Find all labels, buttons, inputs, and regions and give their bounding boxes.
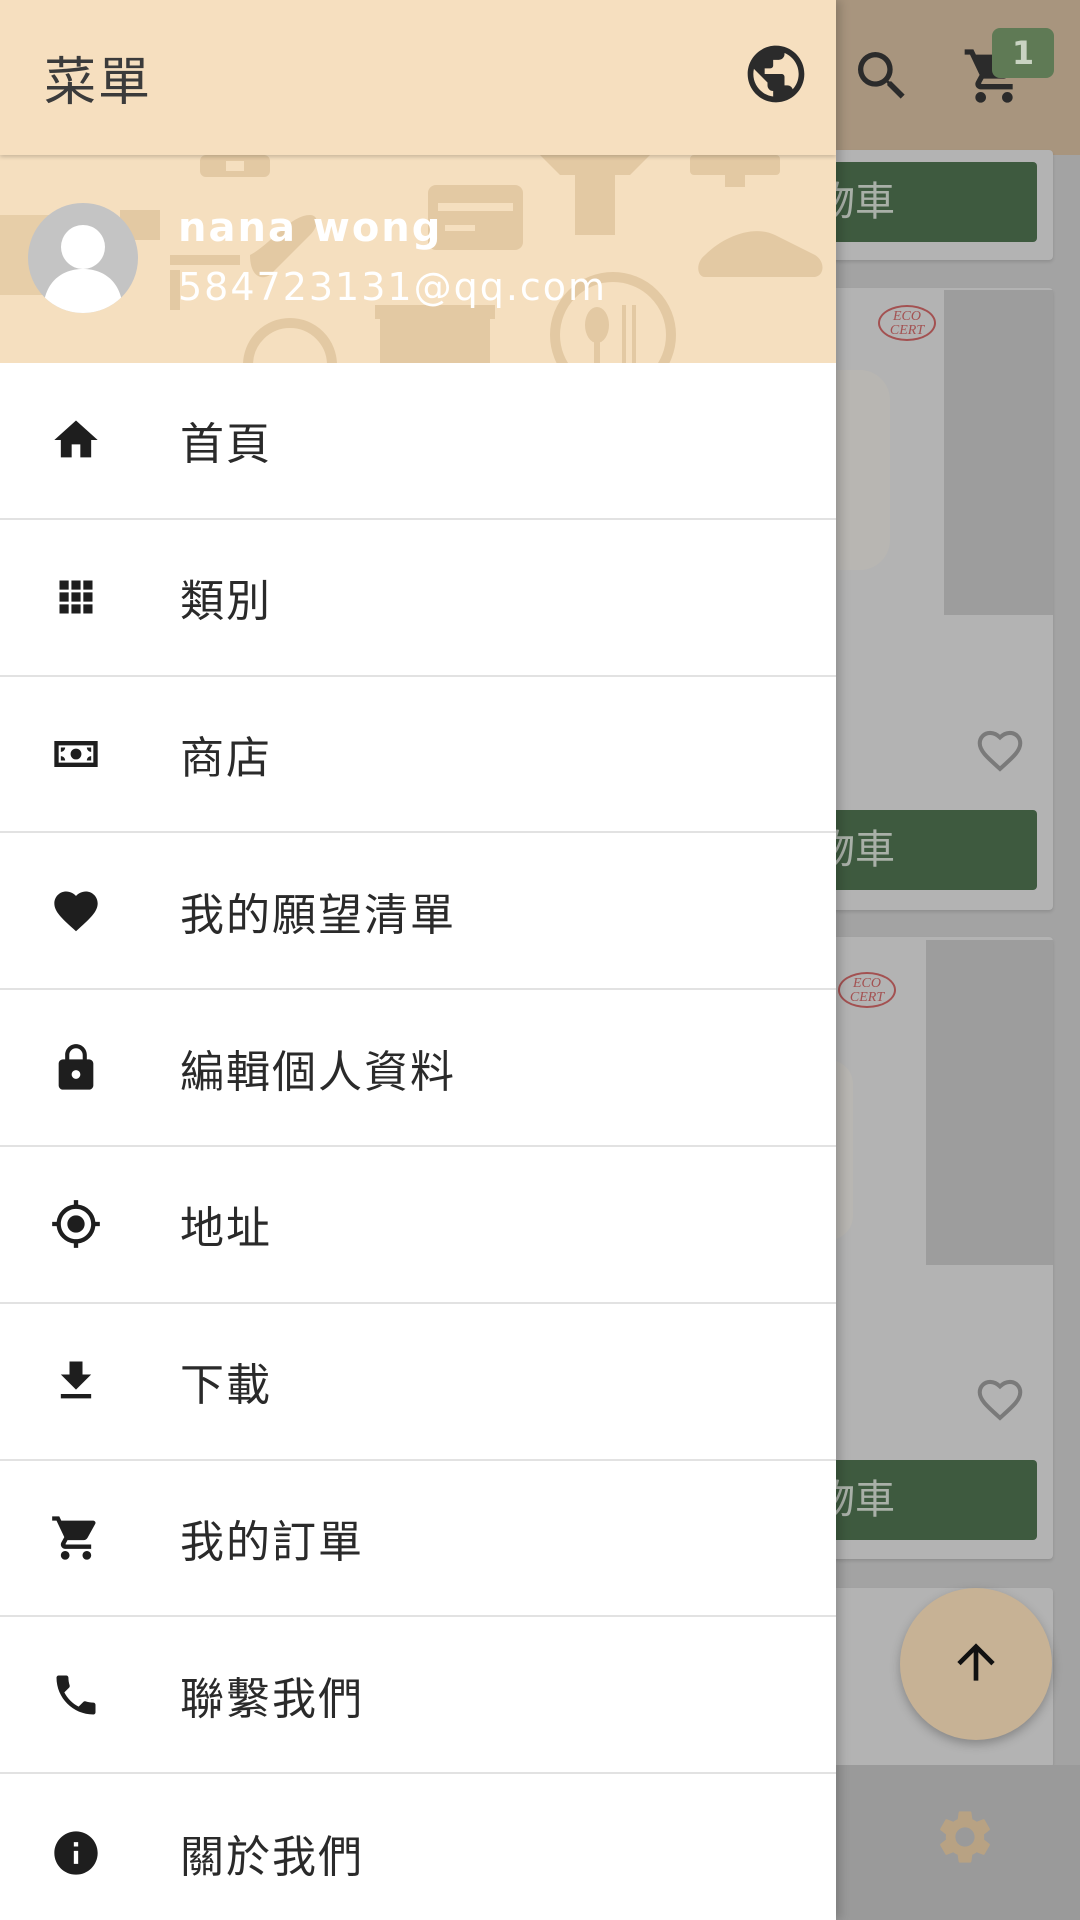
location-target-icon	[50, 1198, 102, 1250]
menu-item-label: 地址	[180, 1203, 272, 1255]
profile-header[interactable]: nana wong 584723131@qq.com	[0, 155, 836, 363]
menu-item-label: 商店	[180, 732, 272, 784]
menu-item-label: 我的願望清單	[180, 889, 456, 941]
grid-icon	[50, 571, 102, 623]
menu-item-edit-profile[interactable]: 編輯個人資料	[0, 990, 836, 1147]
menu-item-address[interactable]: 地址	[0, 1147, 836, 1304]
drawer-title: 菜單	[44, 53, 153, 113]
heart-icon	[50, 885, 102, 937]
menu-item-download[interactable]: 下載	[0, 1304, 836, 1461]
menu-item-my-orders[interactable]: 我的訂單	[0, 1461, 836, 1618]
menu-item-label: 類別	[180, 576, 272, 628]
menu-item-about-us[interactable]: 關於我們	[0, 1774, 836, 1920]
search-icon[interactable]	[850, 44, 914, 108]
arrow-up-icon	[948, 1634, 1004, 1694]
lock-icon	[50, 1042, 102, 1094]
drawer-header: 菜單	[0, 0, 836, 155]
globe-icon[interactable]	[742, 40, 810, 108]
home-icon	[50, 414, 102, 466]
menu-item-label: 我的訂單	[180, 1516, 364, 1568]
avatar[interactable]	[28, 203, 138, 313]
navigation-drawer: 菜單 nana wong 584723131@qq.com 首頁 類別 商店 我…	[0, 0, 836, 1920]
scroll-to-top-button[interactable]	[900, 1588, 1052, 1740]
menu-item-store[interactable]: 商店	[0, 677, 836, 834]
cart-badge: 1	[992, 28, 1054, 78]
menu-item-home[interactable]: 首頁	[0, 363, 836, 520]
download-icon	[50, 1355, 102, 1407]
phone-icon	[50, 1669, 102, 1721]
add-to-cart-button[interactable]: 物車	[805, 1460, 1037, 1540]
menu-item-label: 首頁	[180, 419, 272, 471]
eco-cert-logo: ECO CERT	[838, 972, 896, 1008]
money-icon	[50, 728, 102, 780]
user-name: nana wong	[178, 205, 443, 251]
bottom-bar	[835, 1765, 1080, 1920]
menu-item-label: 關於我們	[180, 1831, 364, 1883]
cart-icon	[50, 1512, 102, 1564]
menu-item-label: 編輯個人資料	[180, 1046, 456, 1098]
product-image-shadow	[944, 290, 1053, 615]
product-image-shadow	[926, 940, 1053, 1265]
add-to-cart-button[interactable]: 物車	[805, 162, 1037, 242]
menu-item-label: 下載	[180, 1360, 272, 1412]
menu-item-label: 聯繫我們	[180, 1673, 364, 1725]
add-to-cart-button[interactable]: 物車	[805, 810, 1037, 890]
user-email: 584723131@qq.com	[178, 265, 608, 309]
info-icon	[50, 1827, 102, 1879]
eco-cert-logo: ECO CERT	[878, 305, 936, 341]
drawer-menu: 首頁 類別 商店 我的願望清單 編輯個人資料 地址 下載 我的訂單 聯繫我們 關…	[0, 363, 836, 1920]
menu-item-categories[interactable]: 類別	[0, 520, 836, 677]
menu-item-wishlist[interactable]: 我的願望清單	[0, 833, 836, 991]
heart-outline-icon[interactable]	[973, 1372, 1027, 1422]
settings-icon[interactable]	[933, 1805, 997, 1869]
heart-outline-icon[interactable]	[973, 723, 1027, 773]
menu-item-contact-us[interactable]: 聯繫我們	[0, 1617, 836, 1775]
